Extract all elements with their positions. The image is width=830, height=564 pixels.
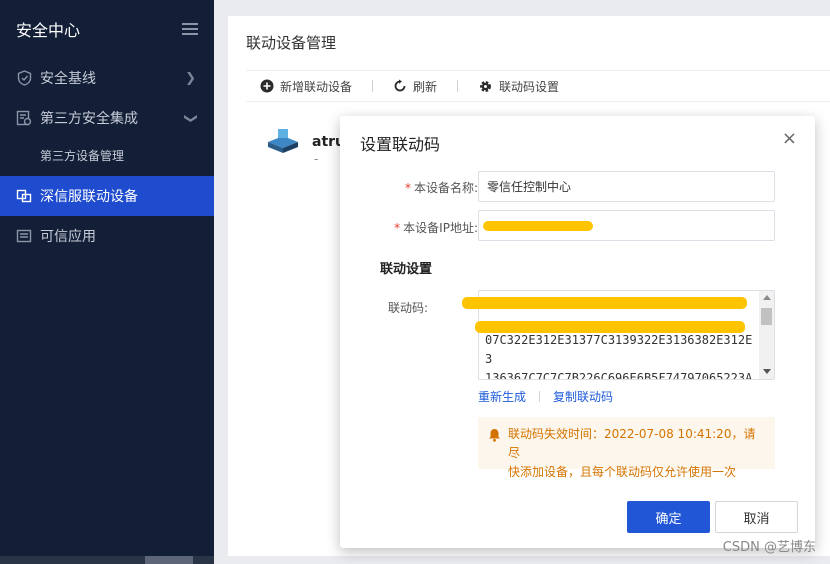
- bell-icon: [488, 428, 501, 448]
- code-settings-button[interactable]: 联动码设置: [478, 78, 559, 95]
- device-ip-label: * 本设备IP地址:: [394, 221, 478, 235]
- horizontal-scrollbar[interactable]: [0, 556, 214, 564]
- code-settings-label: 联动码设置: [499, 79, 560, 94]
- redaction-mark: [483, 221, 593, 231]
- sidebar-item-trusted-apps[interactable]: 可信应用: [0, 216, 214, 256]
- sidebar-item-label: 第三方安全集成: [40, 111, 138, 127]
- code-label: 联动码:: [387, 301, 428, 315]
- page-title: 联动设备管理: [246, 34, 337, 52]
- scroll-down-icon[interactable]: [763, 369, 771, 374]
- sidebar-header: 安全中心: [0, 0, 214, 58]
- app-icon: [16, 228, 32, 244]
- refresh-label: 刷新: [413, 79, 438, 94]
- linked-device-icon: [16, 188, 32, 204]
- sidebar-item-label: 深信服联动设备: [40, 189, 138, 205]
- add-device-label: 新增联动设备: [280, 79, 353, 94]
- chevron-down-icon: ❯: [183, 112, 199, 124]
- notice-line: 快添加设备，且每个联动码仅允许使用一次: [508, 465, 737, 479]
- refresh-button[interactable]: 刷新: [393, 78, 437, 95]
- cancel-button[interactable]: 取消: [715, 501, 798, 533]
- device-name-input[interactable]: 零信任控制中心: [478, 171, 775, 202]
- scrollbar-thumb[interactable]: [761, 308, 772, 325]
- dialog-title: 设置联动码: [360, 135, 441, 154]
- confirm-button[interactable]: 确定: [627, 501, 710, 533]
- close-icon[interactable]: ×: [782, 130, 797, 148]
- copy-code-link[interactable]: 复制联动码: [553, 388, 613, 405]
- device-ip-input[interactable]: [478, 210, 775, 241]
- code-line: 07C322E312E31377C3139322E3136382E312E3: [485, 333, 753, 366]
- scroll-up-icon[interactable]: [763, 295, 771, 300]
- toolbar: 新增联动设备 刷新 联动码设置: [246, 70, 830, 102]
- code-line: 136367C7C7C7B226C696E6B5F74797065223A: [485, 371, 753, 380]
- regenerate-link[interactable]: 重新生成: [478, 388, 526, 405]
- redaction-mark: [462, 297, 747, 309]
- add-device-button[interactable]: 新增联动设备: [260, 78, 352, 95]
- device-name-label: * 本设备名称:: [404, 181, 478, 195]
- code-scrollbar[interactable]: [759, 291, 774, 379]
- sidebar-subitem-label: 第三方设备管理: [40, 148, 125, 163]
- code-text: 07C322E312E31377C3139322E3136382E312E3 1…: [485, 331, 757, 380]
- link-divider: [539, 391, 541, 402]
- chevron-right-icon: ❯: [185, 70, 196, 86]
- sidebar-item-label: 可信应用: [40, 229, 96, 245]
- sidebar-item-linked-devices[interactable]: 深信服联动设备: [0, 176, 214, 216]
- scrollbar-thumb[interactable]: [145, 556, 193, 564]
- app-title: 安全中心: [16, 21, 81, 40]
- plus-circle-icon: [260, 79, 274, 93]
- sidebar: 安全中心 安全基线 ❯ 第三方安全集成 ❯ 第三方设备管理 深信服联动设备 可信…: [0, 0, 214, 564]
- device-name-value: 零信任控制中心: [487, 180, 572, 194]
- sidebar-subitem-third-party-device-management[interactable]: 第三方设备管理: [0, 138, 214, 172]
- expiry-notice: 联动码失效时间：2022-07-08 10:41:20，请尽 快添加设备，且每个…: [478, 417, 775, 479]
- section-title: 联动设置: [380, 262, 433, 277]
- toolbar-divider: [457, 80, 459, 92]
- toolbar-divider: [372, 80, 374, 92]
- watermark: CSDN @艺博东: [722, 540, 816, 555]
- refresh-icon: [393, 79, 407, 93]
- shield-icon: [16, 70, 32, 86]
- notice-line: 联动码失效时间：2022-07-08 10:41:20，请尽: [508, 427, 756, 460]
- redaction-mark: [475, 321, 745, 333]
- code-actions: 重新生成 复制联动码: [478, 388, 613, 405]
- sidebar-item-label: 安全基线: [40, 71, 96, 87]
- device-subtitle: -: [314, 152, 319, 166]
- integration-icon: [16, 110, 32, 126]
- set-code-dialog: 设置联动码 × * 本设备名称: 零信任控制中心 * 本设备IP地址: 联动设置 联…: [340, 116, 815, 548]
- device-icon: [266, 128, 300, 157]
- sidebar-item-security-baseline[interactable]: 安全基线 ❯: [0, 58, 214, 98]
- sidebar-item-third-party-integration[interactable]: 第三方安全集成 ❯: [0, 98, 214, 138]
- gear-icon: [478, 79, 493, 94]
- menu-collapse-icon[interactable]: [182, 23, 198, 35]
